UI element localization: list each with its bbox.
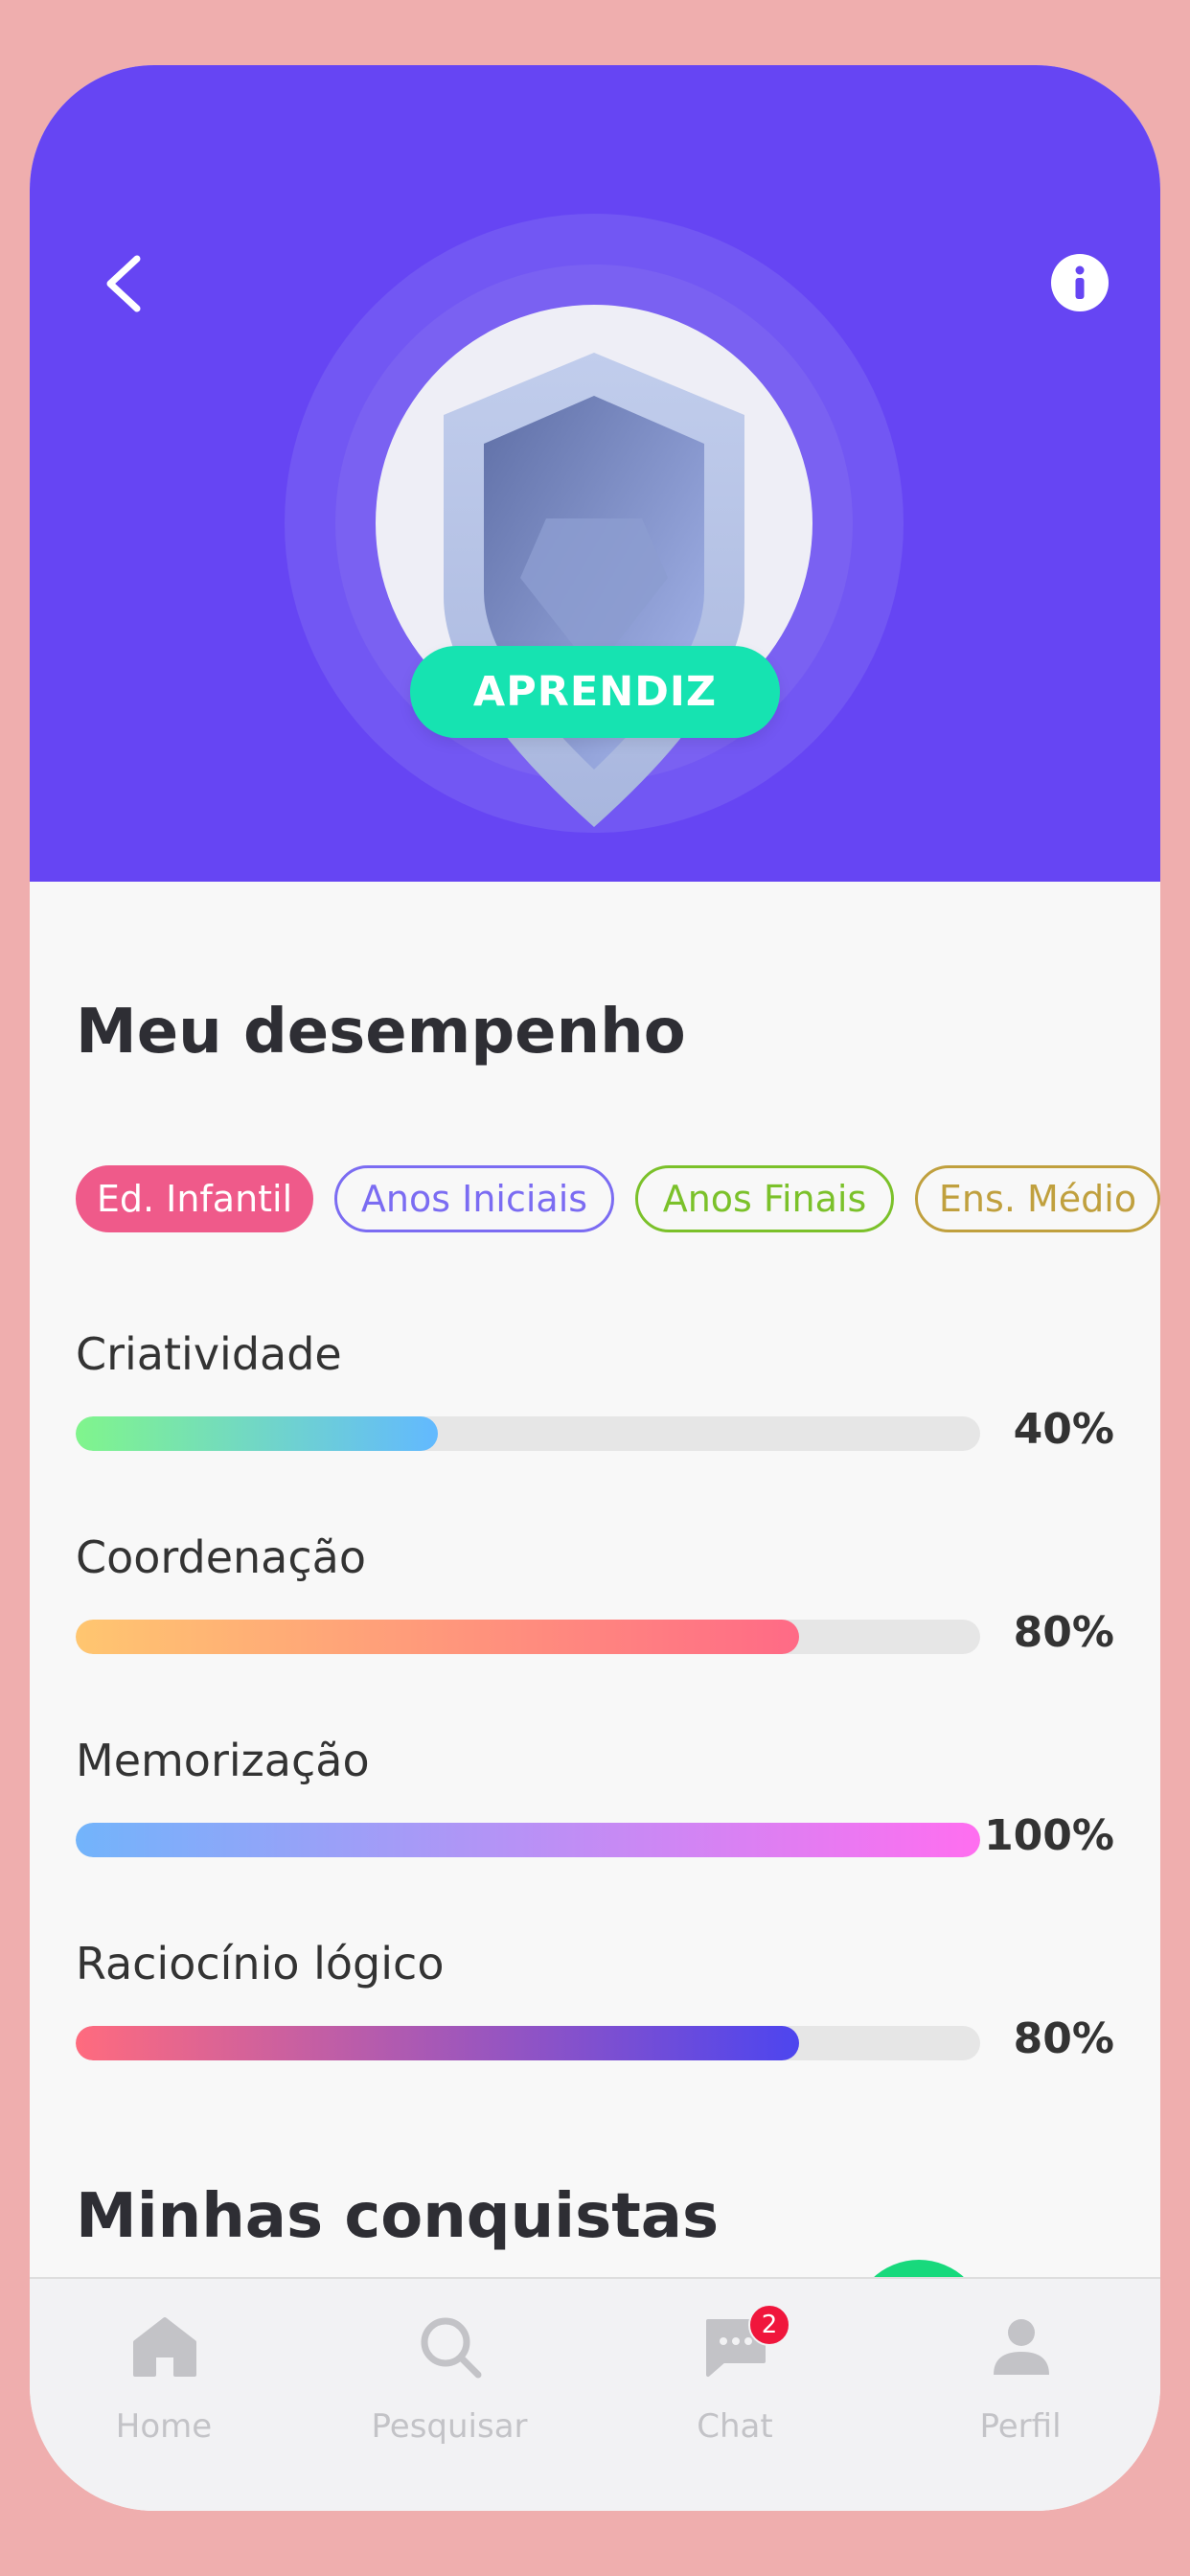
nav-label-home: Home: [115, 2407, 213, 2446]
chip-anos-iniciais[interactable]: Anos Iniciais: [334, 1165, 614, 1232]
nav-item-search[interactable]: Pesquisar: [344, 2313, 555, 2457]
search-icon: [421, 2317, 482, 2379]
nav-label-chat: Chat: [697, 2407, 773, 2446]
chat-badge: 2: [748, 2304, 790, 2346]
progress-fill-memorizacao: [76, 1823, 980, 1857]
level-badge: [285, 214, 904, 833]
metric-value-criatividade: 40%: [1013, 1405, 1114, 1454]
section-title-achievements: Minhas conquistas: [76, 2181, 720, 2252]
info-icon: [1075, 265, 1085, 299]
progress-fill-raciocinio-logico: [76, 2026, 800, 2060]
chevron-left-icon: [106, 255, 141, 312]
metric-label-criatividade: Criatividade: [76, 1328, 342, 1380]
profile-header: APRENDIZ: [30, 65, 1160, 882]
back-button[interactable]: [87, 247, 160, 320]
metric-label-memorizacao: Memorização: [76, 1735, 370, 1786]
phone-screen: APRENDIZ Meu desempenho Ed. Infantil Ano…: [30, 65, 1160, 2511]
metric-value-coordenacao: 80%: [1013, 1608, 1114, 1657]
metric-value-memorizacao: 100%: [984, 1811, 1114, 1860]
bottom-navigation: Home Pesquisar 2 Chat Perfil: [30, 2277, 1160, 2511]
metric-value-raciocinio-logico: 80%: [1013, 2014, 1114, 2063]
shield-badge-icon: [285, 214, 904, 833]
level-label: APRENDIZ: [410, 646, 780, 738]
progress-track-coordenacao: [76, 1620, 980, 1654]
chip-ed-infantil[interactable]: Ed. Infantil: [76, 1165, 313, 1232]
progress-fill-criatividade: [76, 1416, 438, 1451]
progress-fill-coordenacao: [76, 1620, 800, 1654]
nav-label-profile: Perfil: [979, 2407, 1062, 2446]
metric-label-raciocinio-logico: Raciocínio lógico: [76, 1938, 445, 1990]
section-title-performance: Meu desempenho: [76, 997, 686, 1068]
metric-label-coordenacao: Coordenação: [76, 1531, 366, 1583]
home-icon: [133, 2317, 196, 2377]
info-button[interactable]: [1051, 254, 1109, 311]
chip-ens-medio[interactable]: Ens. Médio: [915, 1165, 1160, 1232]
progress-track-raciocinio-logico: [76, 2026, 980, 2060]
user-icon: [994, 2319, 1049, 2375]
progress-track-criatividade: [76, 1416, 980, 1451]
nav-label-search: Pesquisar: [371, 2407, 528, 2446]
progress-track-memorizacao: [76, 1823, 980, 1857]
nav-item-chat[interactable]: 2 Chat: [629, 2304, 840, 2457]
chip-anos-finais[interactable]: Anos Finais: [635, 1165, 894, 1232]
nav-item-home[interactable]: Home: [58, 2313, 269, 2457]
nav-item-profile[interactable]: Perfil: [915, 2313, 1126, 2457]
level-filter-chips: Ed. Infantil Anos Iniciais Anos Finais E…: [76, 1165, 1160, 1236]
